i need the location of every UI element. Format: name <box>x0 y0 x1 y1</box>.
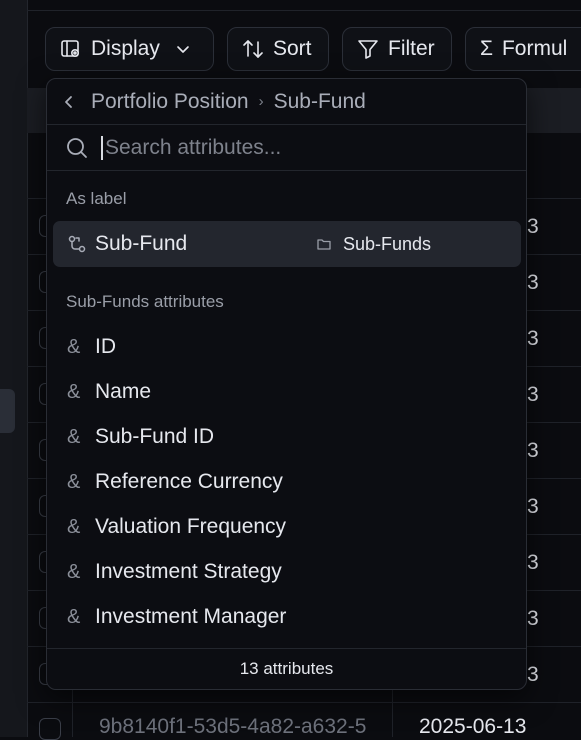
formula-button-label: Formul <box>501 37 568 60</box>
as-label-item-name: Sub-Fund <box>95 232 188 255</box>
filter-button-label: Filter <box>388 37 435 60</box>
as-label-item-sub-fund[interactable]: Sub-Fund Sub-Funds <box>53 221 521 267</box>
row-date-cell: 3 <box>527 271 539 294</box>
sort-button-label: Sort <box>273 37 312 60</box>
sidebar-active-indicator[interactable] <box>0 389 15 433</box>
as-label-item-target: Sub-Funds <box>317 234 431 255</box>
attribute-item[interactable]: & Sub-Fund ID <box>67 417 214 457</box>
attribute-ampersand-icon: & <box>67 605 81 628</box>
attributes-heading: Sub-Funds attributes <box>66 292 224 311</box>
filter-button[interactable]: Filter <box>342 27 452 71</box>
attribute-item-label: Investment Manager <box>95 605 287 628</box>
row-id-cell: 9b8140f1-53d5-4a82-a632-5 <box>99 715 367 738</box>
folder-icon <box>317 239 331 250</box>
row-date-cell: 3 <box>527 439 539 462</box>
search-input[interactable] <box>101 135 485 160</box>
attribute-count: 13 attributes <box>47 648 526 689</box>
attribute-ampersand-icon: & <box>67 560 81 583</box>
attribute-item[interactable]: & Name <box>67 372 151 412</box>
attribute-ampersand-icon: & <box>67 380 81 403</box>
display-button-label: Display <box>91 37 160 60</box>
row-date-cell: 3 <box>527 215 539 238</box>
chevron-left-icon[interactable] <box>61 94 77 110</box>
attribute-item-label: ID <box>95 335 116 358</box>
attribute-search <box>47 125 526 171</box>
formula-button[interactable]: Σ Formul <box>465 27 581 71</box>
search-icon <box>67 137 87 158</box>
attribute-ampersand-icon: & <box>67 335 81 358</box>
row-date-cell: 3 <box>527 383 539 406</box>
as-label-item-target-label: Sub-Funds <box>343 233 432 254</box>
attribute-item-label: Sub-Fund ID <box>95 425 215 448</box>
attribute-item[interactable]: & Investment Manager <box>67 597 286 637</box>
sort-arrows-icon <box>243 40 263 58</box>
attribute-item[interactable]: & Investment Strategy <box>67 552 282 592</box>
row-date-cell: 3 <box>527 495 539 518</box>
chevron-right-icon: › <box>258 93 264 110</box>
row-date-cell: 3 <box>527 327 539 350</box>
row-date-cell: 2025-06-13 <box>419 715 527 738</box>
sort-button[interactable]: Sort <box>227 27 329 71</box>
attribute-item-label: Investment Strategy <box>95 560 282 583</box>
attribute-ampersand-icon: & <box>67 425 81 448</box>
row-divider <box>27 702 581 703</box>
attribute-item-label: Name <box>95 380 152 403</box>
toolbar-divider <box>27 10 581 11</box>
attribute-ampersand-icon: & <box>67 470 81 493</box>
display-attribute-picker: Portfolio Position › Sub-Fund As label S… <box>46 78 527 690</box>
display-button[interactable]: Display <box>45 27 214 71</box>
display-settings-icon <box>61 40 80 58</box>
row-date-cell: 3 <box>527 607 539 630</box>
as-label-heading: As label <box>66 189 127 208</box>
row-date-cell: 3 <box>527 551 539 574</box>
attribute-ampersand-icon: & <box>67 515 81 538</box>
sigma-icon: Σ <box>480 37 493 60</box>
attribute-item[interactable]: & Valuation Frequency <box>67 507 286 547</box>
row-date-cell: 3 <box>527 663 539 686</box>
chevron-down-icon <box>177 46 189 53</box>
left-sidebar <box>0 0 28 737</box>
relation-icon <box>68 235 86 253</box>
breadcrumb: Portfolio Position › Sub-Fund <box>47 79 526 125</box>
filter-funnel-icon <box>358 40 378 59</box>
breadcrumb-current: Sub-Fund <box>273 89 366 113</box>
attribute-item-label: Reference Currency <box>95 470 283 493</box>
attribute-item[interactable]: & ID <box>67 327 116 367</box>
attribute-item[interactable]: & Reference Currency <box>67 462 283 502</box>
breadcrumb-parent[interactable]: Portfolio Position <box>91 90 249 114</box>
attribute-item-label: Valuation Frequency <box>95 515 287 538</box>
